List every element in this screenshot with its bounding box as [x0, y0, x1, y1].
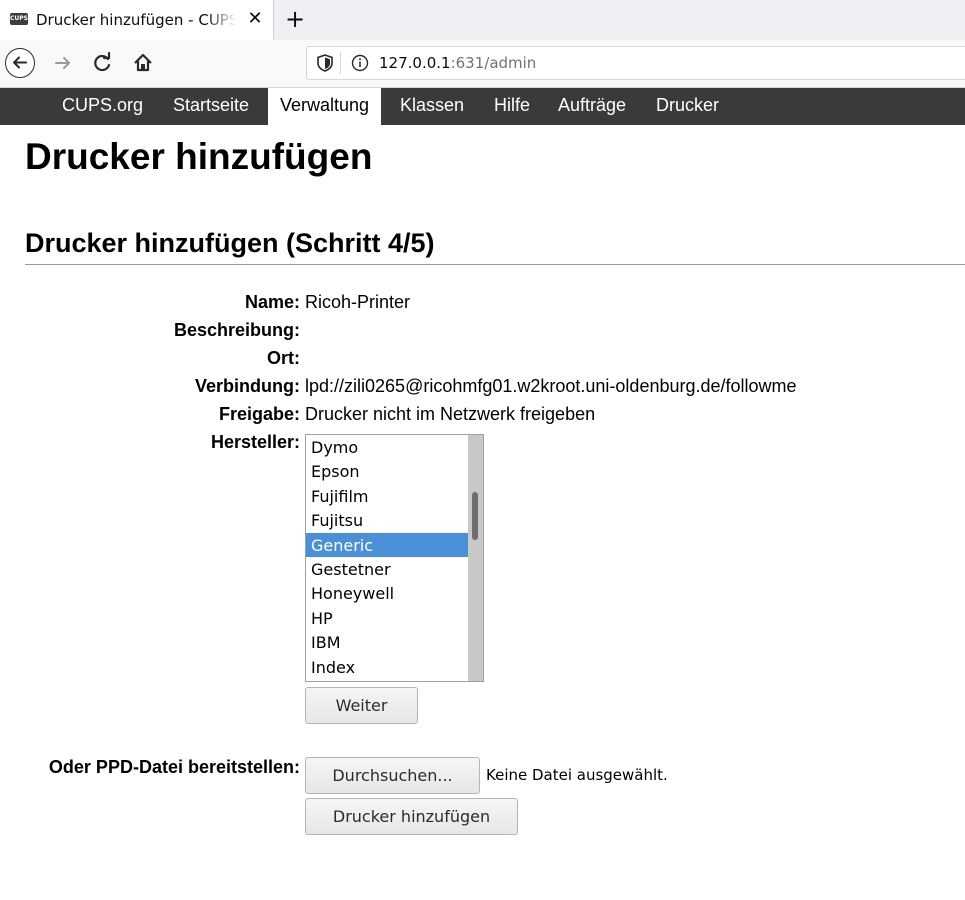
cups-favicon-icon: CUPS	[10, 13, 28, 25]
subtitle-divider	[25, 264, 965, 265]
nav-hilfe[interactable]: Hilfe	[494, 88, 530, 125]
page-title: Drucker hinzufügen	[25, 136, 373, 177]
add-printer-button[interactable]: Drucker hinzufügen	[305, 798, 518, 835]
reload-icon[interactable]	[90, 50, 116, 76]
back-icon[interactable]	[5, 48, 35, 78]
new-tab-icon[interactable]: +	[282, 5, 308, 33]
ort-label: Ort:	[267, 348, 300, 368]
ppd-label: Oder PPD-Datei bereitstellen:	[48, 757, 300, 777]
url-bar[interactable]: 127.0.0.1:631/admin	[306, 46, 965, 80]
nav-startseite[interactable]: Startseite	[173, 88, 249, 125]
forward-icon[interactable]	[50, 50, 76, 76]
url-path: :631/admin	[450, 54, 537, 72]
freigabe-label: Freigabe:	[218, 404, 300, 424]
url-separator	[340, 52, 341, 74]
browser-toolbar: 127.0.0.1:631/admin	[0, 40, 965, 88]
listbox-scroll-thumb[interactable]	[472, 492, 478, 540]
nav-cups-org[interactable]: CUPS.org	[62, 88, 143, 125]
page-subtitle: Drucker hinzufügen (Schritt 4/5)	[25, 228, 435, 258]
browse-button[interactable]: Durchsuchen...	[305, 757, 480, 794]
weiter-button[interactable]: Weiter	[305, 687, 418, 724]
close-tab-icon[interactable]: ✕	[244, 8, 266, 30]
nav-klassen[interactable]: Klassen	[400, 88, 464, 125]
hersteller-options: Dymo Epson Fujifilm Fujitsu Generic Gest…	[306, 435, 469, 679]
hersteller-label: Hersteller:	[210, 432, 300, 452]
url-text[interactable]: 127.0.0.1:631/admin	[379, 54, 536, 72]
home-icon[interactable]	[130, 50, 156, 76]
tab-title: Drucker hinzufügen - CUPS 2.2	[36, 11, 236, 29]
name-value: Ricoh-Printer	[305, 292, 411, 312]
url-host: 127.0.0.1	[379, 54, 451, 72]
shield-icon[interactable]	[315, 53, 335, 73]
hersteller-option-hp[interactable]: HP	[306, 606, 469, 630]
browser-tab[interactable]: CUPS Drucker hinzufügen - CUPS 2.2 ✕	[0, 0, 274, 40]
hersteller-option-generic[interactable]: Generic	[306, 532, 469, 557]
hersteller-listbox[interactable]: Dymo Epson Fujifilm Fujitsu Generic Gest…	[305, 434, 484, 682]
file-status: Keine Datei ausgewählt.	[486, 766, 668, 784]
browser-tabstrip: CUPS Drucker hinzufügen - CUPS 2.2 ✕ +	[0, 0, 965, 40]
hersteller-option-index[interactable]: Index	[306, 655, 469, 679]
listbox-scrollbar[interactable]	[468, 435, 483, 681]
nav-auftraege[interactable]: Aufträge	[558, 88, 626, 125]
hersteller-option-dymo[interactable]: Dymo	[306, 435, 469, 459]
hersteller-option-fujifilm[interactable]: Fujifilm	[306, 484, 469, 508]
info-icon[interactable]	[351, 54, 369, 72]
beschreibung-label: Beschreibung:	[173, 320, 300, 340]
hersteller-option-gestetner[interactable]: Gestetner	[306, 557, 469, 581]
hersteller-option-fujitsu[interactable]: Fujitsu	[306, 508, 469, 532]
name-label: Name:	[244, 292, 300, 312]
hersteller-option-honeywell[interactable]: Honeywell	[306, 581, 469, 605]
hersteller-option-epson[interactable]: Epson	[306, 459, 469, 483]
nav-drucker[interactable]: Drucker	[656, 88, 719, 125]
cups-nav: CUPS.org Startseite Verwaltung Klassen H…	[0, 88, 965, 127]
hersteller-option-ibm[interactable]: IBM	[306, 630, 469, 654]
freigabe-value: Drucker nicht im Netzwerk freigeben	[305, 404, 596, 424]
nav-verwaltung[interactable]: Verwaltung	[268, 88, 382, 127]
verbindung-value: lpd://zili0265@ricohmfg01.w2kroot.uni-ol…	[305, 376, 797, 396]
verbindung-label: Verbindung:	[195, 376, 300, 396]
